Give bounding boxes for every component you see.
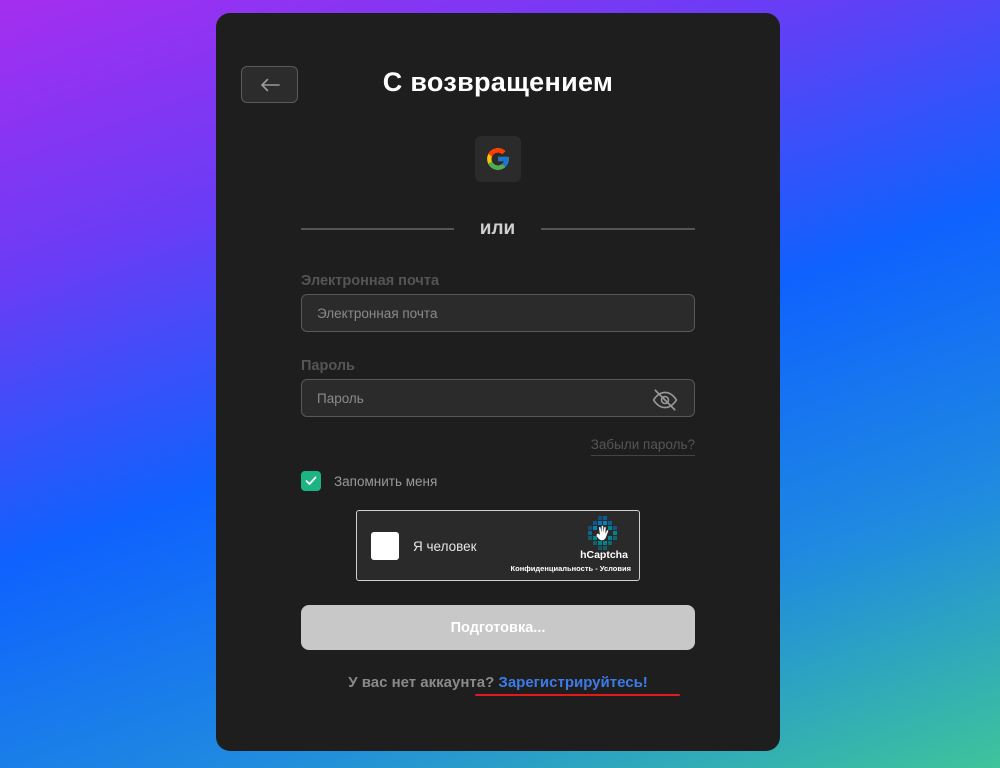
check-icon xyxy=(305,476,317,485)
google-logo-icon xyxy=(487,148,509,170)
password-label: Пароль xyxy=(301,358,355,374)
captcha-label: Я человек xyxy=(413,539,477,554)
email-input[interactable] xyxy=(301,294,695,332)
hcaptcha-links: Конфиденциальность - Условия xyxy=(511,564,631,573)
hcaptcha-logo-icon xyxy=(588,516,617,550)
hcaptcha-terms-link[interactable]: Условия xyxy=(600,564,631,573)
divider-line-left xyxy=(301,228,454,230)
forgot-password-link[interactable]: Забыли пароль? xyxy=(590,437,695,456)
hcaptcha-widget: Я человек hCaptcha Конфиденциальность - … xyxy=(356,510,640,581)
signup-link[interactable]: Зарегистрируйтесь! xyxy=(498,674,647,691)
email-label: Электронная почта xyxy=(301,273,440,289)
hcaptcha-links-separator: - xyxy=(593,564,600,573)
password-input[interactable] xyxy=(301,379,695,417)
google-login-button[interactable] xyxy=(475,136,521,182)
captcha-checkbox[interactable] xyxy=(371,532,399,560)
login-card: С возвращением или Электронная почта Пар… xyxy=(216,13,780,751)
divider-text: или xyxy=(479,218,516,239)
divider-line-right xyxy=(541,228,695,230)
hcaptcha-brand: hCaptcha xyxy=(580,549,628,561)
submit-button[interactable]: Подготовка... xyxy=(301,605,695,650)
remember-me-checkbox[interactable] xyxy=(301,471,321,491)
remember-me-toggle[interactable]: Запомнить меня xyxy=(301,471,437,491)
eye-off-icon[interactable] xyxy=(652,387,678,413)
signup-prompt: У вас нет аккаунта? Зарегистрируйтесь! xyxy=(216,674,780,691)
remember-me-label: Запомнить меня xyxy=(334,473,438,489)
signup-highlight-underline xyxy=(475,694,680,696)
hcaptcha-privacy-link[interactable]: Конфиденциальность xyxy=(511,564,594,573)
signup-question: У вас нет аккаунта? xyxy=(348,674,499,691)
page-title: С возвращением xyxy=(382,67,614,97)
